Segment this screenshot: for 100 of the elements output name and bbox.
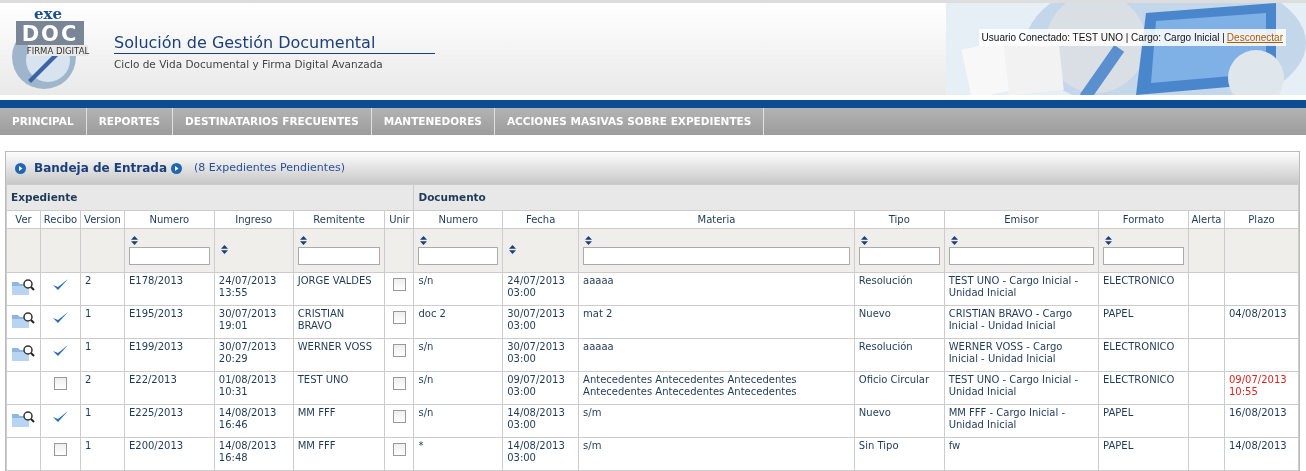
table-cell: E178/2013 (128, 275, 184, 286)
checkbox[interactable] (392, 377, 406, 390)
sort-icon[interactable] (860, 236, 868, 245)
table-cell: 1 (84, 440, 92, 451)
table-cell: TEST UNO - Cargo Inicial - Unidad Inicial (948, 374, 1079, 397)
group-header: Expediente (6, 184, 414, 211)
table-cell: 2 (84, 275, 92, 286)
table-cell: TEST UNO - Cargo Inicial - Unidad Inicial (948, 275, 1079, 298)
table-cell: E22/2013 (128, 374, 177, 385)
table-cell: 14/08/2013 (1228, 440, 1287, 451)
table-cell: s/n (418, 341, 434, 352)
table-cell: 1 (84, 308, 92, 319)
filter-field[interactable] (858, 247, 940, 265)
app-title: Solución de Gestión Documental (114, 33, 436, 55)
table-cell: 04/08/2013 (1228, 308, 1287, 319)
table-cell: 09/07/2013 10:55 (1228, 374, 1287, 397)
app-subtitle: Ciclo de Vida Documental y Firma Digital Avanzada (114, 57, 384, 73)
table-cell: Sin Tipo (858, 440, 899, 451)
folder-search-icon[interactable] (11, 345, 36, 362)
table-cell: 14/08/2013 03:00 (507, 407, 565, 430)
folder-search-icon[interactable] (11, 411, 36, 428)
sort-icon[interactable] (1105, 236, 1113, 245)
table-cell: ELECTRONICO (1103, 275, 1175, 286)
table-cell: ELECTRONICO (1103, 374, 1175, 385)
table-cell: E225/2013 (128, 407, 184, 418)
folder-search-icon[interactable] (11, 279, 36, 296)
table-cell: 14/08/2013 03:00 (507, 440, 565, 463)
user-info: Usuario Conectado: TEST UNO | Cargo: Cargo Inicial | (981, 31, 1225, 45)
table-cell: 16/08/2013 (1228, 407, 1287, 418)
sort-icon[interactable] (950, 236, 958, 245)
checkbox[interactable] (392, 344, 406, 357)
table-cell: s/m (583, 407, 602, 418)
sort-icon[interactable] (130, 236, 138, 245)
table-cell: s/n (418, 407, 434, 418)
checkbox[interactable] (392, 278, 406, 291)
checkbox[interactable] (392, 410, 406, 423)
table-cell: TEST UNO (297, 374, 349, 385)
table-cell: 1 (84, 341, 92, 352)
table-cell: * (418, 440, 424, 451)
table-cell: aaaaa (583, 275, 614, 286)
table-cell: Resolución (858, 275, 913, 286)
folder-search-icon[interactable] (11, 312, 36, 329)
table-cell: Resolución (858, 341, 913, 352)
table-cell: JORGE VALDES (297, 275, 372, 286)
table-cell: E195/2013 (128, 308, 184, 319)
table-cell: WERNER VOSS (297, 341, 372, 352)
table-cell: Antecedentes Antecedentes Antecedentes Antecedentes Antecedentes Antecedentes (583, 374, 797, 397)
table-cell: MM FFF (297, 440, 336, 451)
table-cell: PAPEL (1103, 407, 1134, 418)
table-cell: 01/08/2013 10:31 (218, 374, 277, 397)
table-cell: s/n (418, 374, 434, 385)
table-cell: 1 (84, 407, 92, 418)
table-cell: WERNER VOSS - Cargo Inicial - Unidad Inicial (948, 341, 1063, 364)
filter-field[interactable] (1103, 247, 1184, 265)
table-cell: Oficio Circular (858, 374, 930, 385)
table-cell: 30/07/2013 03:00 (507, 341, 565, 364)
table-cell: MM FFF - Cargo Inicial - Unidad Inicial (948, 407, 1066, 430)
table-cell: E199/2013 (128, 341, 184, 352)
table-cell: ELECTRONICO (1103, 341, 1175, 352)
group-header: Documento (413, 184, 1299, 211)
table-cell: Nuevo (858, 308, 891, 319)
table-cell: 14/08/2013 16:48 (218, 440, 277, 463)
filter-field[interactable] (128, 247, 210, 265)
table-cell: MM FFF (297, 407, 336, 418)
table-cell: CRISTIAN BRAVO - Cargo Inicial - Unidad Inicial (948, 308, 1073, 331)
table-cell: PAPEL (1103, 440, 1134, 451)
table-cell: doc 2 (418, 308, 446, 319)
pending-count: (8 Expedientes Pendientes) (194, 159, 345, 176)
checkbox[interactable] (53, 377, 67, 390)
sort-icon[interactable] (420, 236, 428, 245)
filter-field[interactable] (297, 247, 381, 265)
filter-field[interactable] (583, 247, 850, 265)
table-cell: PAPEL (1103, 308, 1134, 319)
table-cell: aaaaa (583, 341, 614, 352)
table-cell: 24/07/2013 03:00 (507, 275, 565, 298)
table-cell: 30/07/2013 03:00 (507, 308, 565, 331)
table-cell: Nuevo (858, 407, 891, 418)
table-cell: mat 2 (583, 308, 613, 319)
table-cell: s/n (418, 275, 434, 286)
table-cell: 09/07/2013 03:00 (507, 374, 565, 397)
panel-title: Bandeja de Entrada (34, 160, 167, 177)
table-cell: fw (948, 440, 961, 451)
sort-icon[interactable] (585, 236, 593, 245)
checkbox[interactable] (392, 443, 406, 456)
table-cell: 2 (84, 374, 92, 385)
table-cell: 30/07/2013 19:01 (218, 308, 277, 331)
table-cell: 24/07/2013 13:55 (218, 275, 277, 298)
sort-icon[interactable] (220, 245, 228, 254)
table-cell: CRISTIAN BRAVO (297, 308, 345, 331)
filter-field[interactable] (418, 247, 499, 265)
checkbox[interactable] (392, 311, 406, 324)
table-cell: E200/2013 (128, 440, 184, 451)
filter-field[interactable] (948, 247, 1095, 265)
table-cell: 14/08/2013 16:46 (218, 407, 277, 430)
checkbox[interactable] (53, 443, 67, 456)
table-cell: 30/07/2013 20:29 (218, 341, 277, 364)
sort-icon[interactable] (509, 245, 517, 254)
sort-icon[interactable] (299, 236, 307, 245)
table-cell: s/m (583, 440, 602, 451)
logout-link[interactable]: Desconectar (1226, 30, 1283, 45)
